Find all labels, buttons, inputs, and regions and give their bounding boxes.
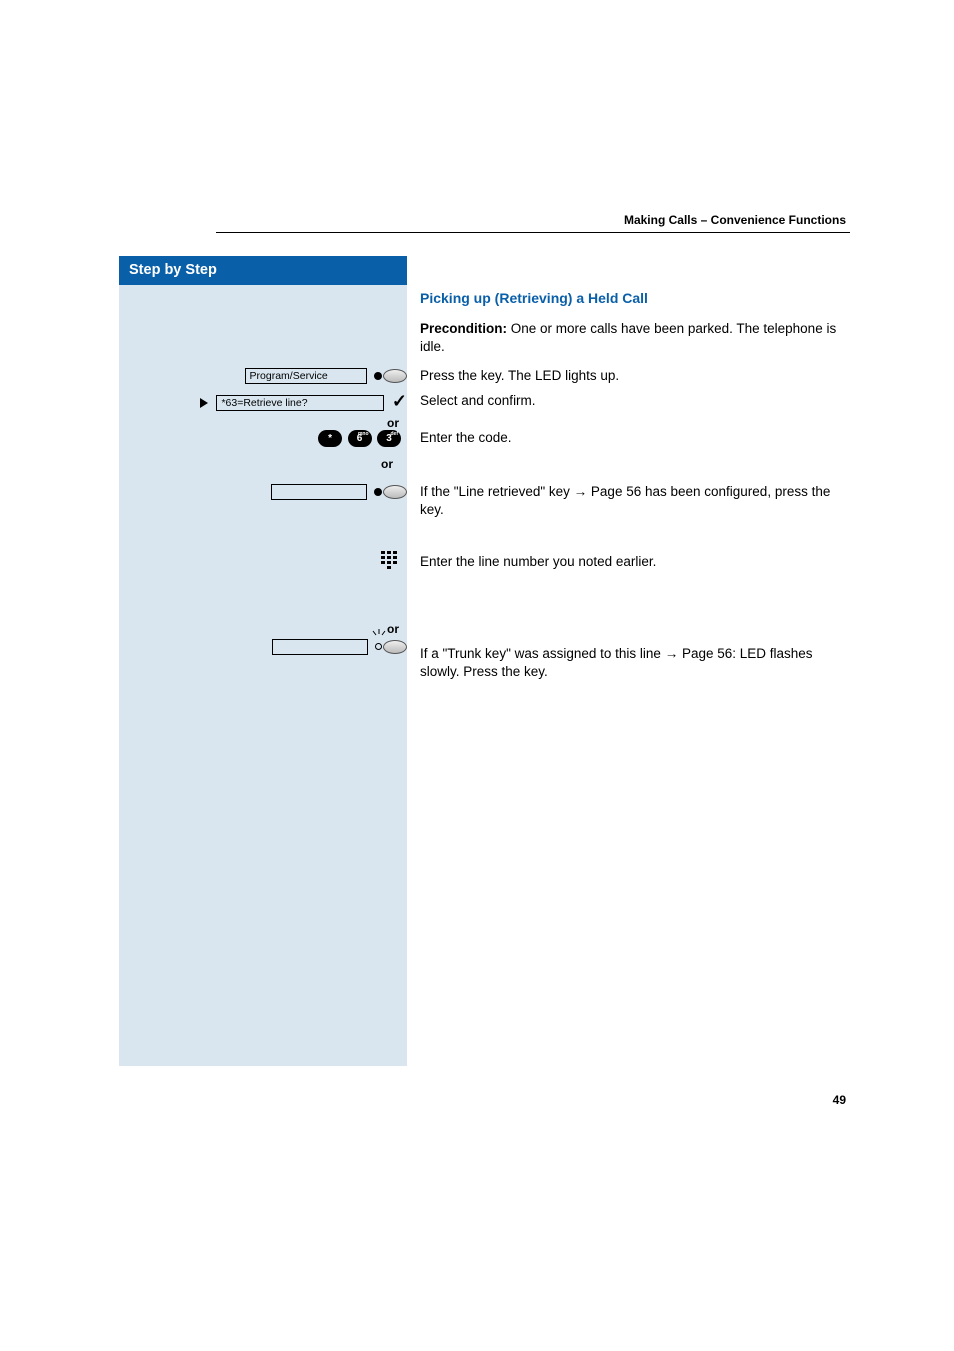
section-heading: Picking up (Retrieving) a Held Call <box>420 290 840 306</box>
code-keys-left: * 6mno 3def or <box>119 428 407 471</box>
trunk-key-text-a: If a "Trunk key" was assigned to this li… <box>420 646 665 661</box>
program-service-display: Program/Service <box>245 368 367 384</box>
oval-key-icon-2 <box>383 485 407 499</box>
keypad-icon[interactable] <box>381 551 399 573</box>
precondition-label: Precondition: <box>420 321 507 336</box>
keypad-left <box>119 551 407 573</box>
led-flash-icon <box>372 629 386 643</box>
arrow-icon-1: → <box>574 484 588 499</box>
retrieve-line-text: Select and confirm. <box>420 392 840 410</box>
header-section-label: Making Calls – Convenience Functions <box>624 213 846 227</box>
header-rule <box>216 232 850 233</box>
or-label-2: or <box>119 447 401 471</box>
main-content: Picking up (Retrieving) a Held Call Prec… <box>420 290 840 368</box>
program-service-key[interactable] <box>374 369 407 383</box>
line-retrieved-key[interactable] <box>374 485 407 499</box>
key-6[interactable]: 6mno <box>348 430 372 447</box>
line-retrieved-text-a: If the "Line retrieved" key <box>420 484 574 499</box>
precondition-text: Precondition: One or more calls have bee… <box>420 320 840 356</box>
key-star-label: * <box>328 433 332 444</box>
key-star[interactable]: * <box>318 430 342 447</box>
sidebar-title: Step by Step <box>119 256 407 285</box>
key-6-sup: mno <box>358 431 369 437</box>
blank-display-2 <box>272 639 368 655</box>
led-on-icon-2 <box>374 488 382 496</box>
oval-key-icon-3 <box>383 640 407 654</box>
code-text: Enter the code. <box>420 429 840 447</box>
line-retrieved-left <box>119 483 407 501</box>
line-retrieved-text: If the "Line retrieved" key → Page 56 ha… <box>420 483 840 519</box>
program-service-left: Program/Service <box>119 367 407 385</box>
program-service-text: Press the key. The LED lights up. <box>420 367 840 385</box>
key-3-sup: def <box>391 431 399 437</box>
checkmark-icon: ✓ <box>392 391 407 412</box>
led-flash-dot-icon <box>375 643 382 650</box>
trunk-key-text: If a "Trunk key" was assigned to this li… <box>420 645 840 681</box>
enter-line-text: Enter the line number you noted earlier. <box>420 553 840 571</box>
arrow-icon-2: → <box>665 646 679 661</box>
or-label-3: or <box>119 622 407 638</box>
key-3[interactable]: 3def <box>377 430 401 447</box>
blank-display-1 <box>271 484 367 500</box>
triangle-bullet-icon <box>200 398 208 408</box>
retrieve-line-left: *63=Retrieve line? ✓ or <box>119 392 407 430</box>
page-number: 49 <box>833 1093 846 1107</box>
oval-key-icon <box>383 369 407 383</box>
led-on-icon <box>374 372 382 380</box>
trunk-key[interactable] <box>375 640 407 654</box>
trunk-key-left: or <box>119 622 407 656</box>
retrieve-line-display: *63=Retrieve line? <box>216 395 384 411</box>
